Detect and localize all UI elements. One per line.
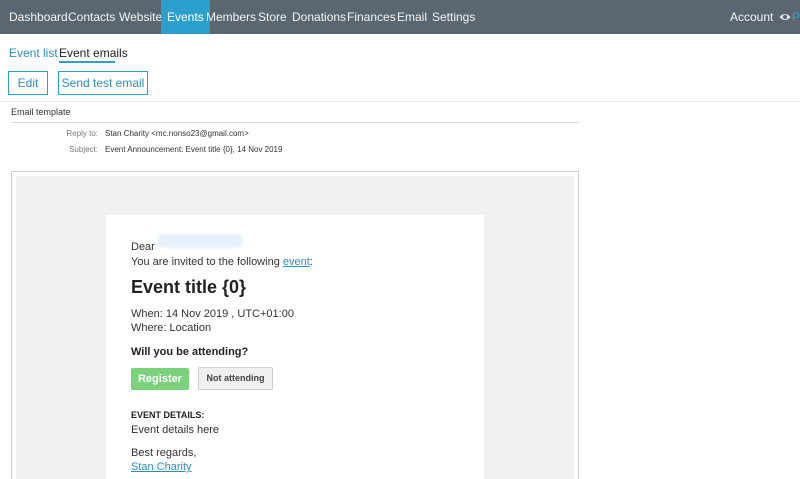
send-test-email-button[interactable]: Send test email (58, 71, 148, 95)
event-details-body: Event details here (131, 424, 220, 436)
section-divider (11, 122, 578, 123)
email-template-title: Email template (11, 107, 71, 117)
account-link[interactable]: Account (730, 0, 773, 34)
subject-value: Event Announcement: Event title {0}, 14 … (105, 145, 283, 154)
event-when: When: 14 Nov 2019 , UTC+01:00 (131, 308, 294, 320)
subject-label: Subject: (69, 145, 98, 154)
nav-events[interactable]: Events (161, 0, 210, 34)
invite-suffix: : (309, 256, 313, 268)
event-details-heading: EVENT DETAILS: (131, 410, 205, 420)
nav-website[interactable]: Website (119, 0, 162, 34)
top-nav-bar: Dashboard Contacts Website Events Member… (0, 0, 800, 34)
invite-line: You are invited to the following event: (131, 256, 313, 268)
edit-button[interactable]: Edit (8, 71, 48, 95)
nav-finances[interactable]: Finances (347, 0, 396, 34)
greeting: Dear (131, 241, 155, 253)
tab-event-list[interactable]: Event list (9, 46, 58, 60)
event-title: Event title {0} (131, 277, 247, 297)
nav-members[interactable]: Members (206, 0, 256, 34)
recipient-name-redacted (157, 234, 243, 248)
nav-settings[interactable]: Settings (432, 0, 475, 34)
nav-donations[interactable]: Donations (292, 0, 346, 34)
eye-icon[interactable] (779, 12, 791, 22)
nav-contacts[interactable]: Contacts (68, 0, 115, 34)
invite-prefix: You are invited to the following (131, 256, 283, 268)
closing-regards: Best regards, (131, 447, 197, 459)
reply-to-label: Reply to: (66, 129, 98, 138)
attending-question: Will you be attending? (131, 346, 249, 358)
not-attending-button[interactable]: Not attending (198, 367, 273, 390)
event-link[interactable]: event (283, 256, 310, 268)
nav-dashboard[interactable]: Dashboard (9, 0, 68, 34)
reply-to-value: Stan Charity <mc.nonso23@gmail.com> (105, 129, 249, 138)
active-tab-underline (59, 61, 115, 63)
nav-email[interactable]: Email (397, 0, 427, 34)
nav-store[interactable]: Store (258, 0, 287, 34)
divider (0, 101, 800, 102)
register-button[interactable]: Register (131, 368, 189, 390)
event-where: Where: Location (131, 322, 212, 334)
preview-link[interactable]: P (792, 0, 800, 34)
signature-link[interactable]: Stan Charity (131, 461, 192, 473)
tab-event-emails[interactable]: Event emails (59, 46, 128, 60)
